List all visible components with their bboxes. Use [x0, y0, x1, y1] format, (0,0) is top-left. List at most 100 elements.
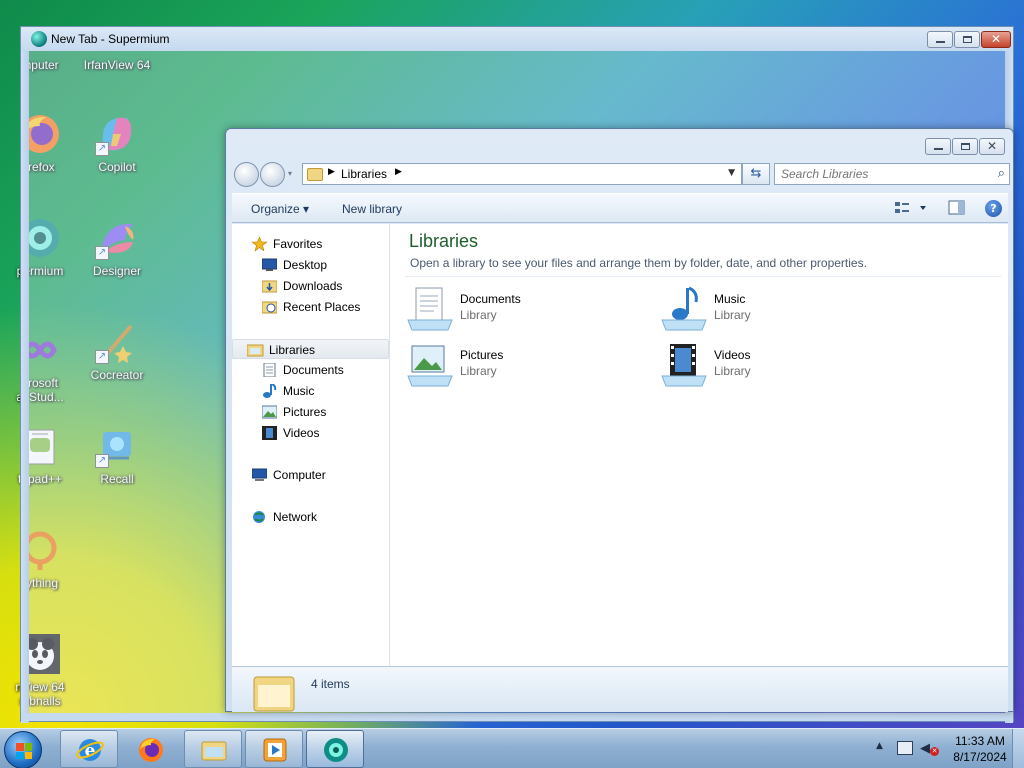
page-title: Libraries	[409, 231, 479, 251]
help-icon[interactable]: ?	[985, 200, 1002, 217]
supermium-titlebar[interactable]: New Tab - Supermium ✕	[21, 27, 1013, 51]
nav-videos[interactable]: Videos	[232, 423, 389, 443]
taskbar-file-explorer[interactable]	[184, 730, 242, 768]
window-title: New Tab - Supermium	[51, 32, 170, 46]
forward-button[interactable]	[260, 162, 285, 187]
taskbar: e ▲ ◀ ✕ 11:33 AM 8/17/2024	[0, 728, 1024, 768]
nav-music[interactable]: Music	[232, 381, 389, 401]
caption-buttons: ✕	[925, 138, 1005, 155]
nav-computer[interactable]: Computer	[232, 465, 389, 485]
minimize-button[interactable]	[927, 31, 953, 48]
supermium-icon	[322, 736, 350, 764]
nav-label: Music	[283, 384, 315, 398]
nav-label: Network	[273, 510, 318, 524]
nav-desktop[interactable]: Desktop	[232, 255, 389, 275]
close-icon: ✕	[986, 139, 998, 153]
nav-favorites[interactable]: Favorites	[232, 234, 389, 254]
address-bar[interactable]: ▶ Libraries ▶ ▼	[302, 163, 742, 185]
item-count: 4 items	[311, 677, 350, 691]
refresh-button[interactable]: ⇆	[742, 163, 770, 185]
library-documents[interactable]: Documents Library	[406, 286, 646, 336]
system-tray: ▲ ◀ ✕ 11:33 AM 8/17/2024	[864, 729, 1024, 768]
library-name: Documents	[460, 292, 521, 306]
page-subtitle: Open a library to see your files and arr…	[410, 256, 867, 270]
nav-downloads[interactable]: Downloads	[232, 276, 389, 296]
pictures-icon	[261, 405, 278, 419]
details-pane: 4 items	[232, 666, 1008, 712]
caption-buttons: ✕	[927, 31, 1011, 48]
maximize-button[interactable]	[952, 138, 978, 155]
taskbar-firefox[interactable]	[121, 730, 179, 768]
nav-libraries[interactable]: Libraries	[232, 339, 389, 359]
library-type: Library	[460, 308, 497, 322]
breadcrumb-libraries[interactable]: Libraries	[341, 167, 387, 181]
nav-network[interactable]: Network	[232, 507, 389, 527]
nav-label: Pictures	[283, 405, 327, 419]
recent-pages-dropdown[interactable]: ▾	[288, 169, 292, 178]
pictures-library-icon	[406, 342, 454, 390]
nav-documents[interactable]: Documents	[232, 360, 389, 380]
new-library-button[interactable]: New library	[342, 202, 402, 216]
minimize-icon	[934, 148, 943, 150]
maximize-icon	[963, 36, 972, 43]
videos-icon	[262, 426, 277, 440]
command-bar: Organize ▾ New library ?	[232, 193, 1008, 223]
documents-icon	[262, 362, 277, 378]
taskbar-media-player[interactable]	[245, 730, 303, 768]
breadcrumb-arrow-icon[interactable]: ▶	[328, 167, 335, 177]
maximize-button[interactable]	[954, 31, 980, 48]
change-view-button[interactable]	[894, 200, 930, 219]
library-pictures[interactable]: Pictures Library	[406, 342, 646, 392]
breadcrumb-arrow-icon[interactable]: ▶	[395, 167, 402, 177]
folder-icon	[200, 736, 228, 764]
start-button[interactable]	[4, 731, 42, 768]
nav-label: Desktop	[283, 258, 328, 272]
nav-label: Videos	[283, 426, 320, 440]
refresh-icon: ⇆	[750, 166, 762, 181]
show-desktop-button[interactable]	[1012, 729, 1024, 768]
close-button[interactable]: ✕	[981, 31, 1011, 48]
firefox-icon	[137, 736, 165, 764]
downloads-folder-icon	[261, 279, 278, 293]
clock-time[interactable]: 11:33 AM	[952, 734, 1008, 748]
address-dropdown-icon[interactable]: ▼	[728, 168, 735, 178]
desktop-icon	[261, 258, 278, 272]
content-area: Favorites Desktop Downloads Recent Place…	[232, 224, 1008, 666]
volume-icon[interactable]: ◀	[920, 741, 930, 756]
windows-logo-icon	[16, 743, 32, 759]
nav-recent-places[interactable]: Recent Places	[232, 297, 389, 317]
close-icon: ✕	[990, 32, 1002, 46]
network-status-icon[interactable]	[897, 741, 913, 755]
explorer-window[interactable]: ✕ ▾ ▶ Libraries ▶ ▼ ⇆ ⌕ Organize ▾ New l…	[225, 128, 1014, 712]
libraries-icon	[246, 343, 264, 357]
music-library-icon	[660, 286, 708, 334]
library-music[interactable]: Music Library	[660, 286, 900, 336]
navigation-pane: Favorites Desktop Downloads Recent Place…	[232, 224, 390, 666]
nav-pictures[interactable]: Pictures	[232, 402, 389, 422]
minimize-button[interactable]	[925, 138, 951, 155]
preview-pane-button[interactable]	[948, 200, 966, 219]
search-field[interactable]: ⌕	[774, 163, 1010, 185]
library-type: Library	[460, 364, 497, 378]
back-button[interactable]	[234, 162, 259, 187]
nav-label: Recent Places	[283, 300, 361, 314]
minimize-icon	[936, 41, 945, 43]
organize-label: Organize	[251, 202, 300, 216]
star-icon	[251, 236, 268, 252]
window-border-bottom	[21, 713, 1013, 721]
taskbar-internet-explorer[interactable]: e	[60, 730, 118, 768]
taskbar-supermium[interactable]	[306, 730, 364, 768]
media-player-icon	[261, 736, 289, 764]
navigation-bar: ▾ ▶ Libraries ▶ ▼ ⇆ ⌕	[232, 161, 1010, 187]
libraries-large-icon	[252, 671, 296, 713]
clock-date[interactable]: 8/17/2024	[952, 750, 1008, 764]
library-videos[interactable]: Videos Library	[660, 342, 900, 392]
close-button[interactable]: ✕	[979, 138, 1005, 155]
search-icon[interactable]: ⌕	[998, 166, 1005, 181]
show-hidden-icons-button[interactable]: ▲	[876, 741, 883, 751]
library-type: Library	[714, 308, 751, 322]
search-input[interactable]	[775, 164, 975, 184]
organize-button[interactable]: Organize ▾	[251, 202, 309, 216]
network-icon	[252, 510, 267, 524]
nav-label: Computer	[273, 468, 326, 482]
